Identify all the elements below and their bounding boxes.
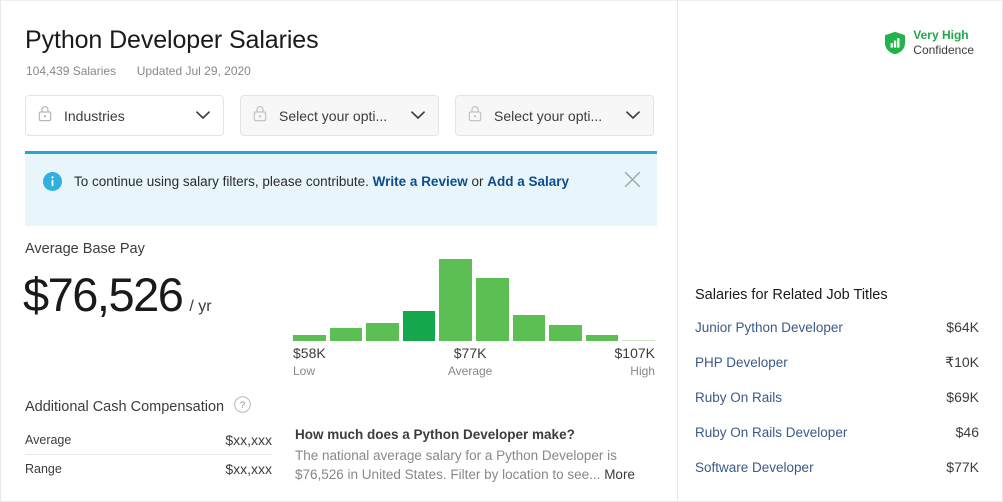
axis-average-value: $77K xyxy=(453,345,487,361)
histogram-bar[interactable] xyxy=(549,325,582,341)
acc-average-label: Average xyxy=(25,433,72,447)
blurb-answer-text: The national average salary for a Python… xyxy=(295,448,617,482)
related-title-link[interactable]: PHP Developer xyxy=(695,355,788,370)
related-title-link[interactable]: Ruby On Rails xyxy=(695,390,782,405)
related-title-row[interactable]: Ruby On Rails $69K xyxy=(695,389,979,424)
related-title-value: $46 xyxy=(955,424,979,440)
histogram-bar[interactable] xyxy=(293,335,326,341)
shield-bars-icon xyxy=(884,31,906,55)
salaries-count: 104,439 Salaries xyxy=(26,64,117,78)
axis-label-high: $107K High xyxy=(615,345,655,379)
axis-label-low: $58K Low xyxy=(293,345,326,379)
salary-page: Python Developer Salaries 104,439 Salari… xyxy=(0,0,1003,502)
histogram-bars xyxy=(293,253,655,341)
chevron-down-icon xyxy=(626,107,640,125)
blurb-answer: The national average salary for a Python… xyxy=(295,446,645,484)
filter-option-3[interactable]: Select your opti... xyxy=(455,95,654,136)
acc-range-value: $xx,xxx xyxy=(225,460,272,477)
filter-industries-label: Industries xyxy=(64,107,125,124)
histogram-bar[interactable] xyxy=(402,311,436,341)
related-titles-heading: Salaries for Related Job Titles xyxy=(695,287,888,303)
add-a-salary-link[interactable]: Add a Salary xyxy=(487,174,569,189)
axis-high-value: $107K xyxy=(614,345,655,361)
confidence-badge: Very High Confidence xyxy=(884,28,974,57)
filter-option-2-label: Select your opti... xyxy=(279,107,388,124)
salary-distribution-chart xyxy=(293,253,655,341)
related-title-value: $69K xyxy=(946,389,979,405)
lock-icon xyxy=(468,105,482,127)
salary-blurb: How much does a Python Developer make? T… xyxy=(295,425,645,484)
related-titles-list: Junior Python Developer $64K PHP Developer… xyxy=(695,319,979,494)
axis-high-sub: High xyxy=(630,364,655,378)
related-title-value: ₹10K xyxy=(945,354,979,370)
table-row: Average $xx,xxx xyxy=(25,426,272,454)
axis-low-sub: Low xyxy=(293,364,316,378)
average-base-pay-label: Average Base Pay xyxy=(25,241,145,257)
histogram-bar[interactable] xyxy=(475,278,509,341)
histogram-bar[interactable] xyxy=(329,328,363,341)
lock-icon xyxy=(253,105,267,127)
confidence-level: Very High xyxy=(913,28,969,42)
header-meta: 104,439 Salaries Updated Jul 29, 2020 xyxy=(26,63,251,79)
page-title: Python Developer Salaries xyxy=(25,26,319,54)
average-base-pay-value: $76,526 xyxy=(23,268,184,321)
related-title-row[interactable]: Junior Python Developer $64K xyxy=(695,319,979,354)
axis-low-value: $58K xyxy=(293,345,326,361)
write-a-review-link[interactable]: Write a Review xyxy=(373,174,468,189)
histogram-bar[interactable] xyxy=(512,315,546,341)
related-title-value: $77K xyxy=(946,459,979,475)
banner-message: To continue using salary filters, please… xyxy=(74,170,624,194)
banner-text-before: To continue using salary filters, please… xyxy=(74,174,373,189)
table-row: Range $xx,xxx xyxy=(25,454,272,482)
filter-bar: Industries Select your opti... Select yo… xyxy=(25,95,654,136)
chevron-down-icon xyxy=(196,107,210,125)
lock-icon xyxy=(38,105,52,127)
filter-industries[interactable]: Industries xyxy=(25,95,224,136)
info-icon xyxy=(43,172,62,196)
related-title-value: $64K xyxy=(946,319,979,335)
related-title-link[interactable]: Ruby On Rails Developer xyxy=(695,425,847,440)
related-title-row[interactable]: Software Developer $77K xyxy=(695,459,979,494)
related-title-link[interactable]: Junior Python Developer xyxy=(695,320,843,335)
filter-option-3-label: Select your opti... xyxy=(494,107,603,124)
contribute-banner: To continue using salary filters, please… xyxy=(25,151,657,226)
confidence-label: Confidence xyxy=(913,43,974,57)
svg-text:?: ? xyxy=(240,400,245,411)
related-title-row[interactable]: Ruby On Rails Developer $46 xyxy=(695,424,979,459)
histogram-bar[interactable] xyxy=(439,259,472,341)
average-base-pay-period: / yr xyxy=(189,298,212,315)
axis-label-average: $77K Average xyxy=(448,345,492,379)
additional-cash-title: Additional Cash Compensation xyxy=(25,399,225,415)
histogram-bar[interactable] xyxy=(585,335,619,341)
section-divider xyxy=(677,1,678,502)
axis-average-sub: Average xyxy=(447,364,493,378)
related-title-row[interactable]: PHP Developer ₹10K xyxy=(695,354,979,389)
help-circle-icon[interactable]: ? xyxy=(234,396,251,418)
close-icon[interactable] xyxy=(624,171,641,193)
banner-text-middle: or xyxy=(467,174,488,189)
average-base-pay-amount: $76,526 / yr xyxy=(23,267,212,335)
histogram-bar[interactable] xyxy=(622,340,655,341)
related-title-link[interactable]: Software Developer xyxy=(695,460,814,475)
additional-cash-table: Average $xx,xxx Range $xx,xxx xyxy=(25,426,272,482)
histogram-bar[interactable] xyxy=(366,323,399,341)
more-link[interactable]: More xyxy=(604,467,635,482)
additional-cash-header: Additional Cash Compensation ? xyxy=(25,396,251,418)
chart-axis-labels: $58K Low $77K Average $107K High xyxy=(293,345,655,379)
chevron-down-icon xyxy=(411,107,425,125)
confidence-text: Very High Confidence xyxy=(913,28,974,57)
updated-date: Updated Jul 29, 2020 xyxy=(136,64,251,78)
filter-option-2[interactable]: Select your opti... xyxy=(240,95,439,136)
acc-range-label: Range xyxy=(25,461,62,476)
blurb-question: How much does a Python Developer make? xyxy=(295,427,575,442)
acc-average-value: $xx,xxx xyxy=(225,432,272,448)
